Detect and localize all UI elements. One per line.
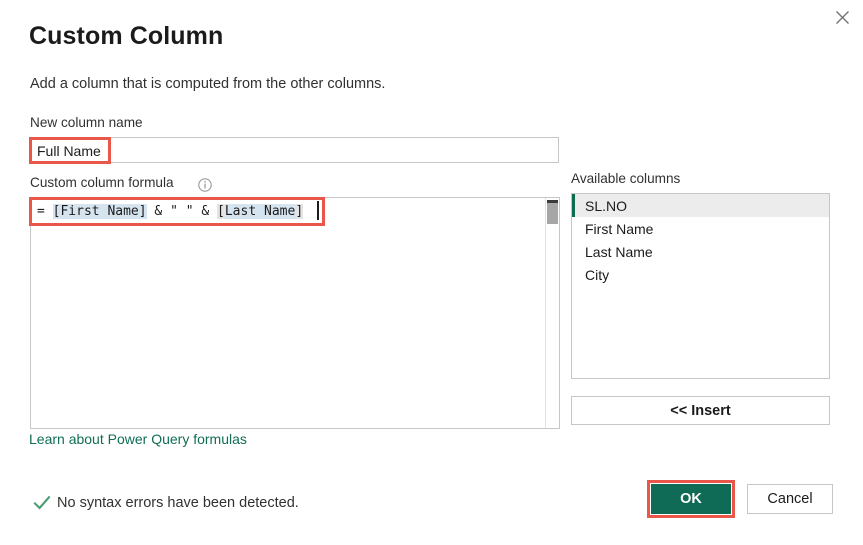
info-circle-icon[interactable] [198, 178, 212, 192]
page-title: Custom Column [29, 22, 224, 50]
formula-close-bracket: ] [295, 204, 304, 219]
custom-column-formula-label: Custom column formula [30, 175, 174, 190]
formula-vertical-scrollbar[interactable] [545, 198, 559, 428]
close-icon [835, 10, 849, 24]
close-button[interactable] [825, 2, 859, 32]
custom-column-formula-editor[interactable] [30, 197, 560, 429]
new-column-name-value: Full Name [37, 143, 101, 159]
list-item-label: SL.NO [585, 197, 628, 214]
list-item-label: First Name [585, 220, 654, 237]
new-column-name-label: New column name [30, 115, 143, 130]
insert-button[interactable]: << Insert [571, 396, 830, 425]
list-item[interactable]: SL.NO [572, 194, 829, 217]
formula-operator-2: & [193, 204, 218, 219]
formula-column-ref-last-name: Last Name [224, 204, 296, 219]
ok-button[interactable]: OK [651, 484, 731, 514]
list-item[interactable]: First Name [572, 217, 829, 240]
formula-equals: = [37, 204, 53, 219]
learn-power-query-formulas-link[interactable]: Learn about Power Query formulas [29, 431, 247, 447]
formula-string-literal: " " [170, 204, 194, 219]
status-message: No syntax errors have been detected. [57, 495, 299, 511]
list-item-label: City [585, 266, 610, 283]
formula-open-bracket: [ [217, 204, 225, 219]
dialog-subtitle: Add a column that is computed from the o… [30, 76, 386, 92]
list-item-label: Last Name [585, 243, 653, 260]
available-columns-label: Available columns [571, 171, 681, 186]
custom-column-formula-text: = [First Name] & " " & [Last Name] [37, 203, 304, 220]
formula-operator-1: & [146, 204, 171, 219]
text-caret [317, 201, 319, 220]
cancel-button[interactable]: Cancel [747, 484, 833, 514]
list-item[interactable]: City [572, 263, 829, 286]
formula-column-ref-first-name: [First Name] [52, 204, 147, 219]
available-columns-list[interactable]: SL.NO First Name Last Name City [571, 193, 830, 379]
checkmark-icon [33, 495, 51, 510]
formula-scrollbar-thumb[interactable] [547, 200, 558, 224]
list-item[interactable]: Last Name [572, 240, 829, 263]
